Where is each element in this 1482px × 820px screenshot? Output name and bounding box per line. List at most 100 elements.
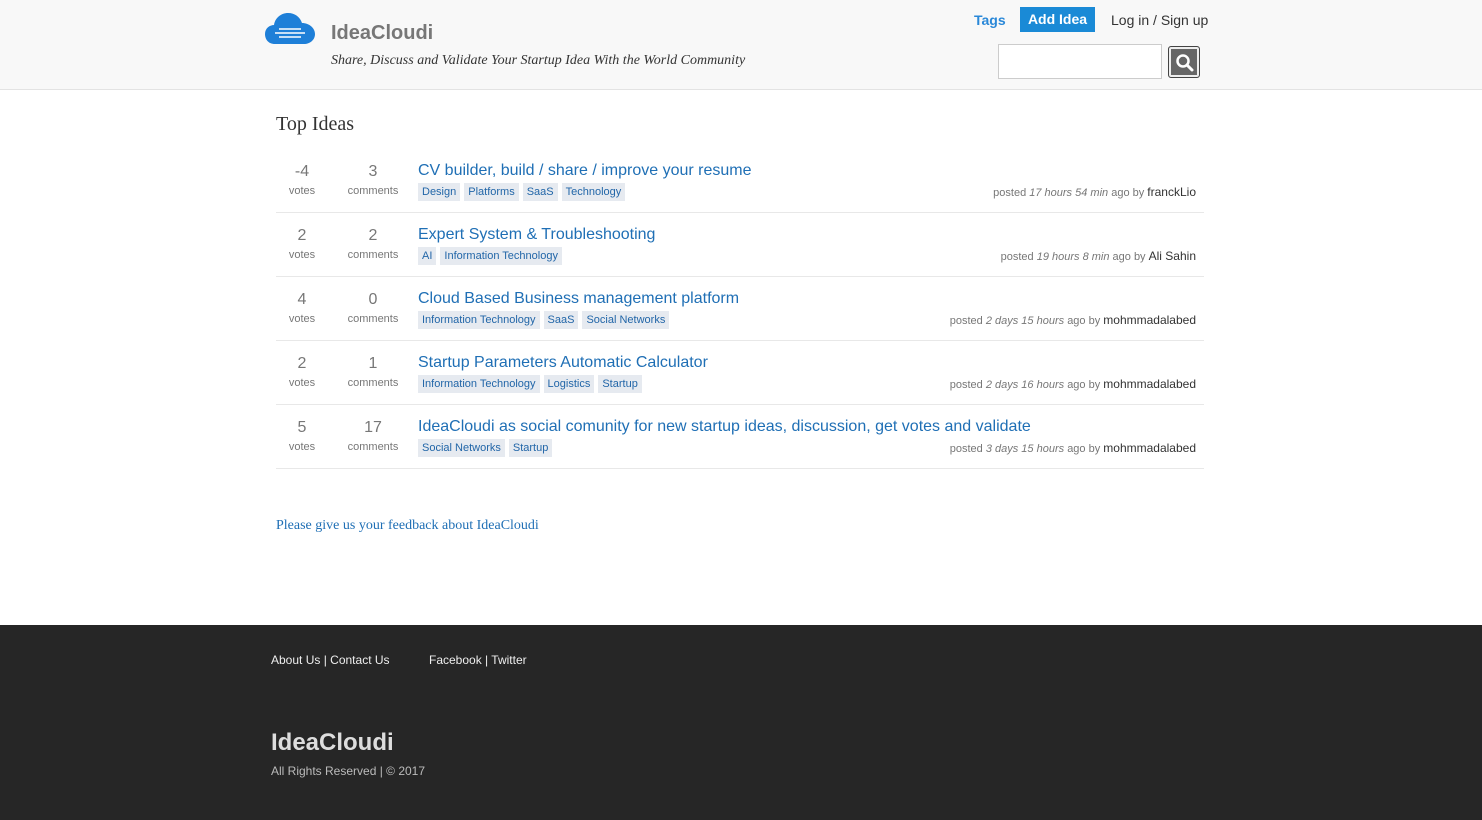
post-time: 2 days 15 hours xyxy=(985,315,1065,327)
copyright-text: All Rights Reserved | © 2017 xyxy=(271,764,426,778)
tag-link[interactable]: Social Networks xyxy=(418,439,505,457)
post-time: 2 days 16 hours xyxy=(985,379,1065,391)
idea-tags: Social Networks Startup xyxy=(418,439,553,457)
idea-title-link[interactable]: Cloud Based Business management platform xyxy=(418,290,739,308)
idea-row: 5 votes 17 comments IdeaCloudi as social… xyxy=(276,405,1204,469)
comments-label: comments xyxy=(347,377,399,389)
comments-number: 17 xyxy=(364,419,382,436)
author-link[interactable]: Ali Sahin xyxy=(1149,249,1196,263)
tagline: Share, Discuss and Validate Your Startup… xyxy=(331,53,746,68)
idea-tags: Information Technology SaaS Social Network… xyxy=(418,311,670,329)
posted-label: posted xyxy=(949,443,983,455)
comment-count: 0 comments xyxy=(338,291,408,325)
comments-label: comments xyxy=(347,313,399,325)
search-icon xyxy=(1176,54,1194,72)
site-footer: About Us | Contact Us Facebook | Twitter… xyxy=(0,625,1482,820)
footer-separator: | xyxy=(323,653,327,667)
footer-links-info: About Us | Contact Us xyxy=(271,653,390,667)
author-link[interactable]: mohmmadalabed xyxy=(1103,313,1196,327)
tag-link[interactable]: Startup xyxy=(598,375,642,393)
vote-count: 2 votes xyxy=(276,227,328,261)
author-link[interactable]: franckLio xyxy=(1147,185,1196,199)
ideas-list: -4 votes 3 comments CV builder, build / … xyxy=(276,149,1204,469)
posted-label: posted xyxy=(949,315,983,327)
search-input[interactable] xyxy=(998,44,1162,79)
ago-by-label: ago by xyxy=(1111,187,1145,199)
ago-by-label: ago by xyxy=(1112,251,1146,263)
ago-by-label: ago by xyxy=(1067,315,1101,327)
idea-tags: Design Platforms SaaS Technology xyxy=(418,183,626,201)
about-us-link[interactable]: About Us xyxy=(271,653,320,667)
vote-count: 4 votes xyxy=(276,291,328,325)
contact-us-link[interactable]: Contact Us xyxy=(330,653,389,667)
login-signup-link[interactable]: Log in / Sign up xyxy=(1111,12,1208,28)
idea-tags: AI Information Technology xyxy=(418,247,562,265)
post-meta: posted 19 hours 8 min ago by Ali Sahin xyxy=(1001,249,1196,263)
comment-count: 3 comments xyxy=(338,163,408,197)
footer-separator: | xyxy=(485,653,489,667)
idea-title-link[interactable]: IdeaCloudi as social comunity for new st… xyxy=(418,418,1031,436)
tag-link[interactable]: Information Technology xyxy=(440,247,562,265)
tag-link[interactable]: Information Technology xyxy=(418,311,540,329)
tag-link[interactable]: Information Technology xyxy=(418,375,540,393)
comments-number: 0 xyxy=(368,291,378,308)
idea-title-link[interactable]: Startup Parameters Automatic Calculator xyxy=(418,354,708,372)
post-meta: posted 2 days 16 hours ago by mohmmadala… xyxy=(950,377,1196,391)
twitter-link[interactable]: Twitter xyxy=(491,653,526,667)
posted-label: posted xyxy=(949,379,983,391)
add-idea-button[interactable]: Add Idea xyxy=(1020,7,1095,32)
author-link[interactable]: mohmmadalabed xyxy=(1103,441,1196,455)
posted-label: posted xyxy=(1000,251,1034,263)
tag-link[interactable]: Design xyxy=(418,183,461,201)
votes-label: votes xyxy=(288,185,316,197)
tag-link[interactable]: Social Networks xyxy=(582,311,670,329)
comments-label: comments xyxy=(347,441,399,453)
votes-number: -4 xyxy=(294,163,310,180)
votes-label: votes xyxy=(288,313,316,325)
comments-number: 3 xyxy=(368,163,378,180)
search-button[interactable] xyxy=(1168,46,1200,78)
votes-number: 2 xyxy=(297,355,307,372)
cloud-logo-icon[interactable] xyxy=(265,12,315,46)
nav-tags-link[interactable]: Tags xyxy=(974,12,1006,28)
tag-link[interactable]: SaaS xyxy=(522,183,558,201)
footer-brand: IdeaCloudi xyxy=(271,729,394,756)
post-time: 19 hours 8 min xyxy=(1036,251,1110,263)
tag-link[interactable]: SaaS xyxy=(543,311,579,329)
vote-count: -4 votes xyxy=(276,163,328,197)
idea-tags: Information Technology Logistics Startup xyxy=(418,375,642,393)
votes-label: votes xyxy=(288,249,316,261)
idea-row: 2 votes 1 comments Startup Parameters Au… xyxy=(276,341,1204,405)
tag-link[interactable]: AI xyxy=(418,247,437,265)
post-meta: posted 3 days 15 hours ago by mohmmadala… xyxy=(950,441,1196,455)
ago-by-label: ago by xyxy=(1067,443,1101,455)
votes-number: 2 xyxy=(297,227,307,244)
footer-links-social: Facebook | Twitter xyxy=(429,653,527,667)
idea-title-link[interactable]: CV builder, build / share / improve your… xyxy=(418,162,751,180)
idea-row: 4 votes 0 comments Cloud Based Business … xyxy=(276,277,1204,341)
facebook-link[interactable]: Facebook xyxy=(429,653,482,667)
brand-name[interactable]: IdeaCloudi xyxy=(331,22,433,45)
comment-count: 2 comments xyxy=(338,227,408,261)
vote-count: 2 votes xyxy=(276,355,328,389)
comments-label: comments xyxy=(347,249,399,261)
comments-number: 2 xyxy=(368,227,378,244)
post-meta: posted 2 days 15 hours ago by mohmmadala… xyxy=(950,313,1196,327)
author-link[interactable]: mohmmadalabed xyxy=(1103,377,1196,391)
tag-link[interactable]: Platforms xyxy=(464,183,519,201)
votes-number: 5 xyxy=(297,419,307,436)
post-time: 3 days 15 hours xyxy=(985,443,1065,455)
post-meta: posted 17 hours 54 min ago by franckLio xyxy=(993,185,1196,199)
tag-link[interactable]: Startup xyxy=(508,439,553,457)
comments-number: 1 xyxy=(368,355,378,372)
vote-count: 5 votes xyxy=(276,419,328,453)
comment-count: 17 comments xyxy=(338,419,408,453)
tag-link[interactable]: Logistics xyxy=(543,375,595,393)
feedback-link[interactable]: Please give us your feedback about IdeaC… xyxy=(276,518,539,534)
ago-by-label: ago by xyxy=(1067,379,1101,391)
site-header: IdeaCloudi Share, Discuss and Validate Y… xyxy=(0,0,1482,90)
idea-title-link[interactable]: Expert System & Troubleshooting xyxy=(418,226,655,244)
votes-label: votes xyxy=(288,441,316,453)
votes-number: 4 xyxy=(297,291,307,308)
tag-link[interactable]: Technology xyxy=(561,183,626,201)
